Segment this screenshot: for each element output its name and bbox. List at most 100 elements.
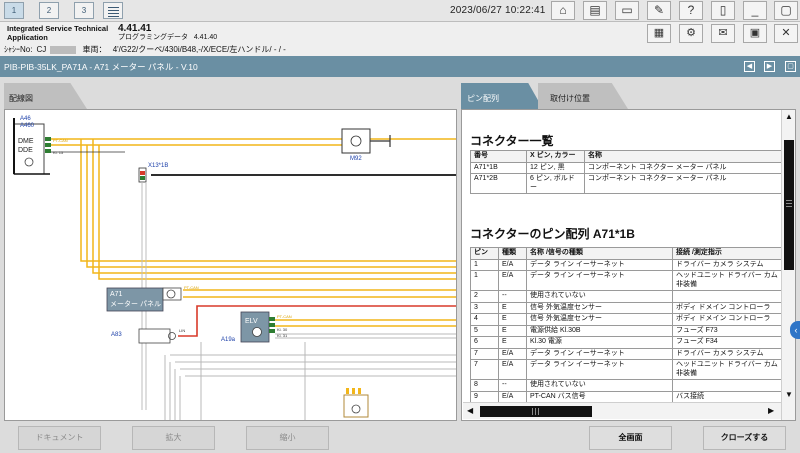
label-elv: ELV — [245, 318, 258, 325]
table-cell: 4 — [470, 313, 499, 326]
label-a83[interactable]: A83 — [111, 332, 122, 338]
table-cell: 12 ピン, 黒 — [526, 161, 585, 174]
zoom-in-button[interactable]: 拡大 — [132, 426, 215, 450]
horizontal-scroll-thumb[interactable] — [480, 406, 592, 417]
pin-table-header: ピン 種類 名称 /信号の種類 接続 /測定指示 — [470, 247, 783, 260]
wiring-diagram-panel[interactable]: A46 A460 DME DDE PT-CAN Kl. 15 M92 X13*1… — [4, 109, 457, 421]
prog-label: プログラミングデータ — [118, 34, 188, 41]
m92-component[interactable] — [341, 128, 371, 154]
table-cell: フューズ F73 — [672, 324, 783, 337]
scroll-up-icon[interactable]: ▲ — [785, 112, 793, 121]
table-row: 1 E/A データ ライン イーサーネット ヘッドユニット ドライバー カム非装備 — [470, 270, 783, 291]
expand-icon[interactable]: ▢ — [785, 61, 796, 72]
table-cell: ドライバー カメラ システム — [672, 258, 783, 271]
table-row: 2 -- 使用されていない — [470, 290, 783, 303]
pin-assignment-title: コネクターのピン配列 A71*1B — [470, 227, 635, 241]
table-cell: ボディ ドメイン コントローラ — [672, 313, 783, 326]
table-cell: 信号 外気温度センサー — [526, 301, 673, 314]
restore-icon[interactable]: ▢ — [774, 1, 798, 20]
label-ptcan-3: PT-CAN — [277, 314, 292, 319]
fullscreen-button[interactable]: 全画面 — [589, 426, 672, 450]
horizontal-scrollbar[interactable]: ◀ ▶ — [463, 402, 781, 419]
connector-table: 番号 X ピン, カラー 名称 A71*1B 12 ピン, 黒コンポーネント コネ… — [470, 150, 783, 194]
label-a460[interactable]: A460 — [20, 123, 35, 129]
close-button[interactable]: クローズする — [703, 426, 786, 450]
print-icon[interactable]: ▣ — [743, 24, 767, 43]
vin-blur — [50, 45, 77, 54]
table-cell: 6 — [470, 336, 499, 349]
table-cell: 3 — [470, 301, 499, 314]
table-row: 1 E/A データ ライン イーサーネット ドライバー カメラ システム — [470, 258, 783, 271]
vertical-scroll-thumb[interactable] — [784, 140, 794, 270]
table-cell: フューズ F34 — [672, 336, 783, 349]
connection-icon[interactable]: ▦ — [647, 24, 671, 43]
table-cell: 2 — [470, 290, 499, 303]
zoom-out-button[interactable]: 縮小 — [246, 426, 329, 450]
vertical-scrollbar[interactable]: ▲ ▼ — [781, 110, 795, 420]
table-cell: 電源供給 Kl.30B — [526, 324, 673, 337]
session-tab-3[interactable]: 3 — [74, 2, 94, 19]
help-icon[interactable]: ? — [679, 1, 703, 20]
home-icon[interactable]: ⌂ — [551, 1, 575, 20]
close-icon[interactable]: ✕ — [774, 24, 798, 43]
label-m92[interactable]: M92 — [350, 156, 362, 162]
book-icon[interactable]: ▤ — [583, 1, 607, 20]
table-cell: A71*1B — [470, 161, 527, 174]
table-cell: E — [498, 313, 527, 326]
label-a19a[interactable]: A19a — [221, 337, 236, 343]
table-row: 7 E/A データ ライン イーサーネット ドライバー カメラ システム — [470, 347, 783, 360]
document-title-bar: PIB-PIB-35LK_PA71A - A71 メーター パネル - V.10… — [0, 56, 800, 77]
gear-icon[interactable]: ⚙ — [679, 24, 703, 43]
table-cell: 8 — [470, 379, 499, 392]
table-row: 5 E 電源供給 Kl.30B フューズ F73 — [470, 324, 783, 337]
scroll-down-icon[interactable]: ▼ — [785, 390, 793, 399]
wrench-icon[interactable]: ✎ — [647, 1, 671, 20]
col-signal: 名称 /信号の種類 — [526, 247, 673, 260]
scroll-left-icon[interactable]: ◀ — [467, 406, 473, 415]
scroll-right-icon[interactable]: ▶ — [768, 406, 774, 415]
tab-installation-location[interactable]: 取付け位置 — [538, 83, 628, 109]
table-cell: 6 ピン, ボルドー — [526, 173, 585, 194]
table-cell: A71*2B — [470, 173, 527, 194]
monitor-icon[interactable]: ▭ — [615, 1, 639, 20]
label-lin: LIN — [179, 328, 185, 333]
table-row: 8 -- 使用されていない — [470, 379, 783, 392]
elv-module[interactable] — [240, 311, 270, 343]
table-cell: データ ライン イーサーネット — [526, 258, 673, 271]
mail-icon[interactable]: ✉ — [711, 24, 735, 43]
list-icon[interactable] — [103, 2, 123, 19]
bottom-component[interactable] — [343, 394, 369, 418]
app-name: Integrated Service Technical Application — [7, 24, 109, 42]
prev-icon[interactable]: ◀ — [744, 61, 755, 72]
table-cell: ボディ ドメイン コントローラ — [672, 301, 783, 314]
table-cell: 使用されていない — [526, 379, 673, 392]
table-cell: 9 — [470, 390, 499, 403]
document-title: PIB-PIB-35LK_PA71A - A71 メーター パネル - V.10 — [4, 62, 198, 72]
tab-wiring-diagram[interactable]: 配線図 — [4, 83, 87, 109]
table-cell: データ ライン イーサーネット — [526, 359, 673, 380]
table-cell: 1 — [470, 258, 499, 271]
a83-component[interactable] — [138, 328, 171, 344]
label-a46[interactable]: A46 — [20, 116, 31, 122]
label-a71-name: メーター パネル — [110, 299, 161, 308]
table-row: A71*2B 6 ピン, ボルドー コンポーネント コネクター メーター パネル — [470, 173, 783, 194]
vehicle-value: 4'/G22/クーペ/430i/B48,-/X/ECE/左ハンドル/ - / - — [112, 45, 286, 54]
app-header: Integrated Service Technical Application… — [0, 22, 800, 56]
next-icon[interactable]: ▶ — [764, 61, 775, 72]
table-cell: Kl.30 電源 — [526, 336, 673, 349]
table-cell: 1 — [470, 270, 499, 291]
document-button[interactable]: ドキュメント — [18, 426, 101, 450]
table-row: 9 E/A PT-CAN バス信号 バス接続 — [470, 390, 783, 403]
session-tab-2[interactable]: 2 — [39, 2, 59, 19]
ground-lines — [164, 333, 456, 420]
table-cell: データ ライン イーサーネット — [526, 270, 673, 291]
minimize-icon[interactable]: _ — [743, 1, 767, 20]
tab-pin-assignment[interactable]: ピン配列 — [461, 83, 543, 109]
side-panel-handle-icon[interactable]: ‹ — [790, 321, 800, 339]
clipboard-icon[interactable]: ▯ — [711, 1, 735, 20]
document-panel[interactable]: コネクター一覧 番号 X ピン, カラー 名称 A71*1B 12 ピン, 黒コン… — [461, 109, 796, 421]
label-x13[interactable]: X13*1B — [148, 163, 168, 169]
session-tab-1[interactable]: 1 — [4, 2, 24, 19]
red-wire — [178, 305, 456, 337]
col-pin-color: X ピン, カラー — [526, 150, 585, 163]
